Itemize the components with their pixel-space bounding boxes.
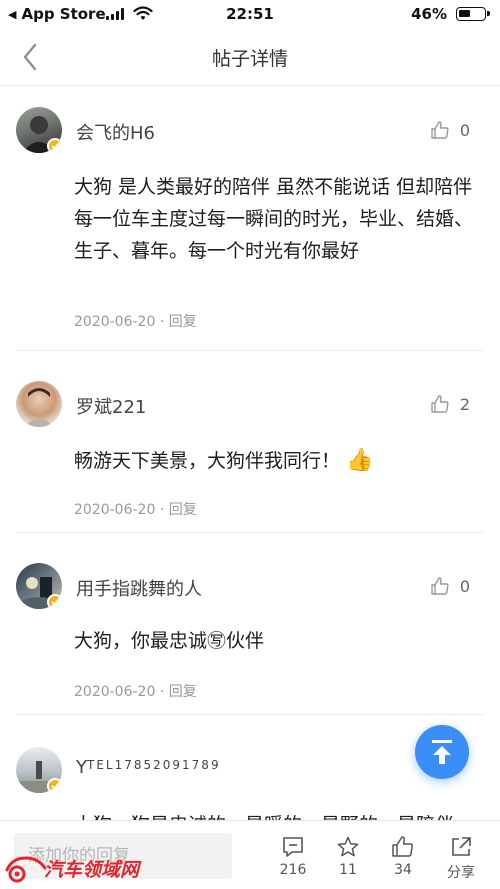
site-watermark: 汽车领域网 — [4, 850, 184, 886]
separator-dot: · — [159, 314, 169, 330]
comment-username[interactable]: 会飞的H6 — [76, 119, 155, 145]
separator-dot: · — [159, 684, 169, 700]
favorites-count: 11 — [339, 862, 357, 878]
nav-bar: 帖子详情 — [0, 28, 500, 86]
reply-link[interactable]: 回复 — [169, 502, 197, 518]
comment-item: 会飞的H6 0 大狗 是人类最好的陪伴 虽然不能说话 但却陪伴每一位车主度过每一… — [16, 87, 484, 351]
thumbs-up-icon — [431, 577, 449, 595]
share-button[interactable]: 分享 — [436, 835, 486, 882]
comment-username[interactable]: 罗斌221 — [76, 393, 146, 419]
like-button[interactable]: 0 — [430, 120, 470, 140]
scroll-to-top-button[interactable] — [415, 725, 469, 779]
battery-percent: 46% — [411, 5, 447, 23]
comment-username[interactable]: YTEL17852091789 — [76, 757, 221, 778]
comment-text: 大狗，狗是忠诚的，是暖的，是野的，是陪伴 — [74, 809, 484, 820]
page-title: 帖子详情 — [211, 48, 288, 70]
username-suffix: TEL17852091789 — [87, 758, 221, 772]
comment-item: 用手指跳舞的人 0 大狗，你最忠诚㊢伙伴 2020-06-20 · 回复 — [16, 533, 484, 715]
arrow-up-to-line-icon — [432, 740, 452, 764]
comment-item: YTEL17852091789 大狗，狗是忠诚的，是暖的，是野的，是陪伴 — [16, 715, 484, 820]
comment-meta: 2020-06-20 · 回复 — [74, 499, 197, 519]
thumbs-up-icon — [431, 121, 449, 139]
comment-text: 畅游天下美景，大狗伴我同行！ 👍 — [74, 445, 484, 477]
comment-list: 会飞的H6 0 大狗 是人类最好的陪伴 虽然不能说话 但却陪伴每一位车主度过每一… — [0, 87, 500, 820]
like-button[interactable]: 2 — [430, 394, 470, 414]
star-icon — [337, 836, 359, 857]
likes-count: 34 — [394, 862, 412, 878]
comment-username[interactable]: 用手指跳舞的人 — [76, 575, 202, 601]
comment-text: 大狗 是人类最好的陪伴 虽然不能说话 但却陪伴每一位车主度过每一瞬间的时光，毕业… — [74, 176, 474, 262]
separator-dot: · — [159, 502, 169, 518]
comments-count: 216 — [279, 862, 307, 878]
comments-button[interactable]: 216 — [268, 835, 318, 878]
car-logo-icon — [5, 856, 47, 883]
comment-date: 2020-06-20 — [74, 314, 156, 330]
comment-date: 2020-06-20 — [74, 502, 156, 518]
comment-icon — [283, 837, 303, 857]
battery-icon — [456, 7, 490, 21]
favorite-button[interactable]: 11 — [323, 835, 373, 878]
share-icon — [452, 837, 471, 856]
avatar[interactable] — [16, 563, 62, 609]
verified-badge-icon — [47, 138, 62, 153]
verified-badge-icon — [47, 594, 62, 609]
reply-link[interactable]: 回复 — [169, 314, 197, 330]
verified-badge-icon — [47, 778, 62, 793]
avatar[interactable] — [16, 747, 62, 793]
comment-text: 大狗，你最忠诚㊢伙伴 — [74, 630, 265, 652]
thumbs-up-emoji: 👍 — [346, 448, 374, 473]
share-label: 分享 — [447, 865, 475, 881]
thumbs-up-icon — [431, 395, 449, 413]
like-post-button[interactable]: 34 — [378, 835, 428, 878]
avatar[interactable] — [16, 381, 62, 427]
like-count: 0 — [459, 576, 470, 596]
like-count: 2 — [459, 394, 470, 414]
like-count: 0 — [459, 120, 470, 140]
comment-date: 2020-06-20 — [74, 684, 156, 700]
comment-meta: 2020-06-20 · 回复 — [74, 311, 197, 331]
watermark-text: 汽车领域网 — [44, 859, 140, 881]
comment-meta: 2020-06-20 · 回复 — [74, 681, 197, 701]
avatar[interactable] — [16, 107, 62, 153]
username-main: Y — [76, 757, 87, 778]
like-button[interactable]: 0 — [430, 576, 470, 596]
thumbs-up-icon — [392, 836, 413, 857]
comment-item: 罗斌221 2 畅游天下美景，大狗伴我同行！ 👍 2020-06-20 · 回复 — [16, 351, 484, 533]
comment-text-body: 畅游天下美景，大狗伴我同行！ — [74, 450, 341, 472]
reply-link[interactable]: 回复 — [169, 684, 197, 700]
status-bar: ◀ App Store 22:51 46% — [0, 0, 500, 28]
